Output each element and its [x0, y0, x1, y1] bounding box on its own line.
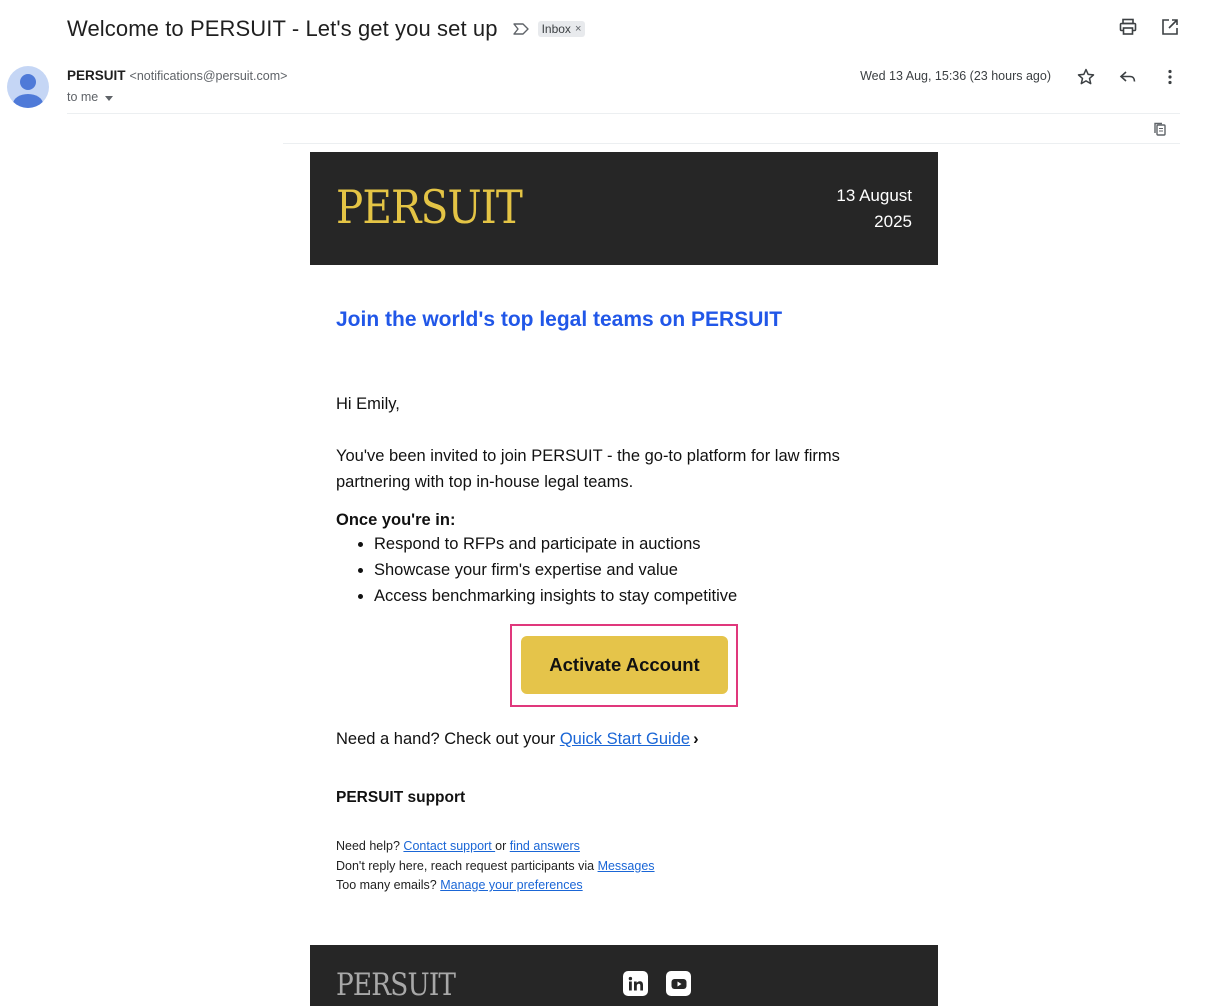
sender-email: <notifications@persuit.com> — [129, 69, 288, 83]
list-item: Respond to RFPs and participate in aucti… — [357, 531, 912, 557]
thread-actions — [1118, 17, 1180, 37]
quick-start-line: Need a hand? Check out your Quick Start … — [336, 730, 912, 749]
list-item: Showcase your firm's expertise and value — [357, 557, 912, 583]
find-answers-link[interactable]: find answers — [510, 839, 580, 853]
reply-line: Don't reply here, reach request particip… — [336, 857, 912, 877]
inbox-label-chip: Inbox × — [537, 21, 586, 37]
message-actions — [1076, 67, 1180, 87]
chevron-down-icon — [105, 95, 114, 101]
intro-paragraph: You've been invited to join PERSUIT - th… — [336, 447, 840, 491]
benefits-list: Respond to RFPs and participate in aucti… — [336, 531, 912, 609]
support-lines: Need help? Contact support or find answe… — [336, 837, 912, 896]
messages-link[interactable]: Messages — [598, 859, 655, 873]
youtube-icon[interactable] — [666, 971, 691, 996]
body-divider — [283, 143, 1180, 144]
sender-avatar[interactable] — [7, 66, 49, 108]
email-body: PERSUIT 13 August 2025 Join the world's … — [310, 152, 938, 1006]
manage-preferences-link[interactable]: Manage your preferences — [440, 878, 582, 892]
email-headline: Join the world's top legal teams on PERS… — [336, 308, 783, 331]
email-hero-banner: PERSUIT 13 August 2025 — [310, 152, 938, 265]
preferences-line: Too many emails? Manage your preferences — [336, 876, 912, 896]
more-vert-icon[interactable] — [1160, 67, 1180, 87]
social-links — [623, 971, 691, 996]
chevron-right-icon: › — [693, 730, 699, 748]
persuit-logo: PERSUIT — [336, 180, 523, 234]
hero-date-day-month: 13 August — [836, 186, 912, 205]
sender-name[interactable]: PERSUIT — [67, 68, 126, 83]
benefits-title: Once you're in: — [336, 511, 456, 529]
importance-marker-icon[interactable] — [512, 22, 530, 36]
inbox-label-text: Inbox — [541, 22, 571, 36]
emails-prefix: Too many emails? — [336, 878, 441, 892]
cta-container: Activate Account — [336, 624, 912, 708]
help-line: Need help? Contact support or find answe… — [336, 837, 912, 857]
reply-prefix: Don't reply here, reach request particip… — [336, 858, 598, 873]
email-date: Wed 13 Aug, 15:36 (23 hours ago) — [860, 69, 1051, 83]
hero-date: 13 August 2025 — [836, 183, 912, 235]
open-in-new-window-icon[interactable] — [1160, 17, 1180, 37]
recipient-details-toggle[interactable]: to me — [67, 90, 114, 104]
hero-date-year: 2025 — [874, 212, 912, 231]
quick-start-guide-link[interactable]: Quick Start Guide — [560, 730, 690, 748]
activate-account-button[interactable]: Activate Account — [521, 636, 728, 694]
remove-label-icon[interactable]: × — [575, 23, 581, 35]
header-divider — [67, 113, 1180, 114]
email-content: Join the world's top legal teams on PERS… — [310, 308, 938, 896]
greeting: Hi Emily, — [336, 395, 400, 413]
copy-icon[interactable] — [1150, 120, 1170, 140]
help-or: or — [495, 839, 510, 853]
contact-support-link[interactable]: Contact support — [403, 839, 495, 853]
email-subject: Welcome to PERSUIT - Let's get you set u… — [67, 16, 498, 41]
email-footer: PERSUIT — [310, 945, 938, 1006]
recipient-text: to me — [67, 90, 99, 104]
support-title: PERSUIT support — [336, 789, 466, 806]
footer-persuit-logo: PERSUIT — [336, 967, 456, 1003]
help-prefix: Need help? — [336, 839, 404, 853]
print-icon[interactable] — [1118, 17, 1138, 37]
linkedin-icon[interactable] — [623, 971, 648, 996]
subject-row: Welcome to PERSUIT - Let's get you set u… — [67, 14, 586, 44]
sender-line: PERSUIT <notifications@persuit.com> — [67, 68, 287, 83]
list-item: Access benchmarking insights to stay com… — [357, 583, 912, 609]
quick-start-prefix: Need a hand? Check out your — [336, 730, 560, 748]
reply-icon[interactable] — [1118, 67, 1138, 87]
star-icon[interactable] — [1076, 67, 1096, 87]
